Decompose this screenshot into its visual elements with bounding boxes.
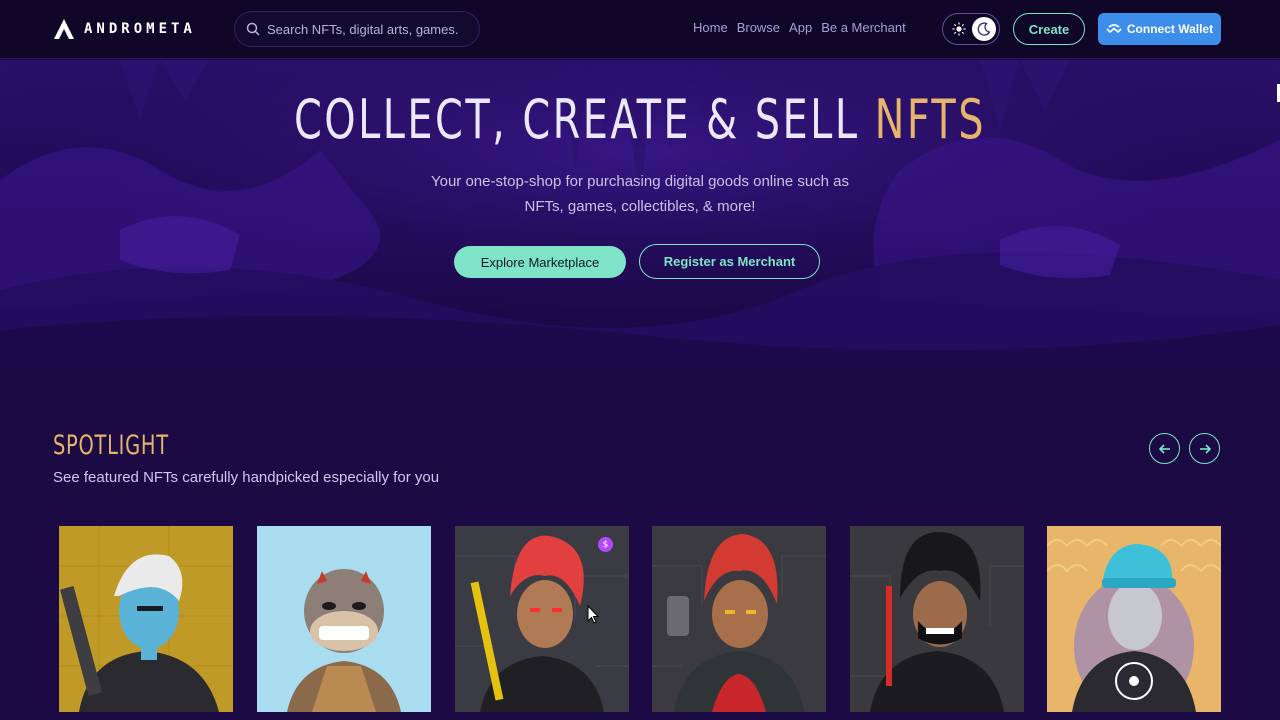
theme-knob[interactable] xyxy=(972,17,996,41)
hero-section: COLLECT, CREATE & SELL NFTS Your one-sto… xyxy=(0,60,1280,368)
walletconnect-icon xyxy=(1106,24,1122,34)
nft-image xyxy=(257,526,431,712)
hero-subtitle-line-2: NFTs, games, collectibles, & more! xyxy=(524,198,756,215)
nft-image xyxy=(455,526,629,712)
hero-subtitle: Your one-stop-shop for purchasing digita… xyxy=(340,169,940,219)
search-input[interactable] xyxy=(267,21,467,37)
mouse-cursor-icon xyxy=(587,605,600,624)
nft-image xyxy=(1047,526,1221,712)
navbar: ANDROMETA Home Browse App Be a Merchant xyxy=(0,0,1280,59)
brand-logo[interactable]: ANDROMETA xyxy=(53,17,196,41)
spotlight-subtitle: See featured NFTs carefully handpicked e… xyxy=(53,469,440,486)
nft-image xyxy=(850,526,1024,712)
hero-title-main: COLLECT, CREATE & SELL xyxy=(294,88,875,151)
merchant-badge-icon: $ xyxy=(598,537,613,552)
explore-marketplace-button[interactable]: Explore Marketplace xyxy=(454,246,626,278)
create-button[interactable]: Create xyxy=(1013,13,1085,45)
andrometa-logo-icon xyxy=(54,19,74,39)
arrow-left-icon xyxy=(1158,443,1170,454)
connect-wallet-button[interactable]: Connect Wallet xyxy=(1098,13,1221,45)
moon-icon xyxy=(977,22,991,36)
theme-toggle[interactable] xyxy=(942,13,1000,45)
hero-title-accent: NFTS xyxy=(874,88,986,151)
hero-subtitle-line-1: Your one-stop-shop for purchasing digita… xyxy=(430,173,850,190)
register-merchant-button[interactable]: Register as Merchant xyxy=(639,244,820,279)
nft-card[interactable] xyxy=(257,526,431,712)
nav-link-home[interactable]: Home xyxy=(693,20,728,38)
nft-card[interactable] xyxy=(850,526,1024,712)
nft-card[interactable]: $ xyxy=(455,526,629,712)
sun-icon[interactable] xyxy=(952,22,966,36)
connect-wallet-label: Connect Wallet xyxy=(1126,22,1214,36)
nav-link-browse[interactable]: Browse xyxy=(737,20,780,38)
nav-link-be-a-merchant[interactable]: Be a Merchant xyxy=(821,20,906,38)
nav-link-app[interactable]: App xyxy=(789,20,812,38)
spotlight-prev-button[interactable] xyxy=(1149,433,1180,464)
arrow-right-icon xyxy=(1199,443,1211,454)
nft-card[interactable] xyxy=(59,526,233,712)
search-bar[interactable] xyxy=(234,11,480,47)
spotlight-next-button[interactable] xyxy=(1189,433,1220,464)
nft-image xyxy=(652,526,826,712)
nft-image xyxy=(59,526,233,712)
nft-card[interactable] xyxy=(1047,526,1221,712)
hero-title: COLLECT, CREATE & SELL NFTS xyxy=(115,88,1165,152)
brand-name: ANDROMETA xyxy=(84,21,196,37)
nft-card[interactable] xyxy=(652,526,826,712)
nav-links: Home Browse App Be a Merchant xyxy=(693,20,906,38)
spotlight-title: SPOTLIGHT xyxy=(53,430,169,461)
search-icon xyxy=(246,22,260,36)
